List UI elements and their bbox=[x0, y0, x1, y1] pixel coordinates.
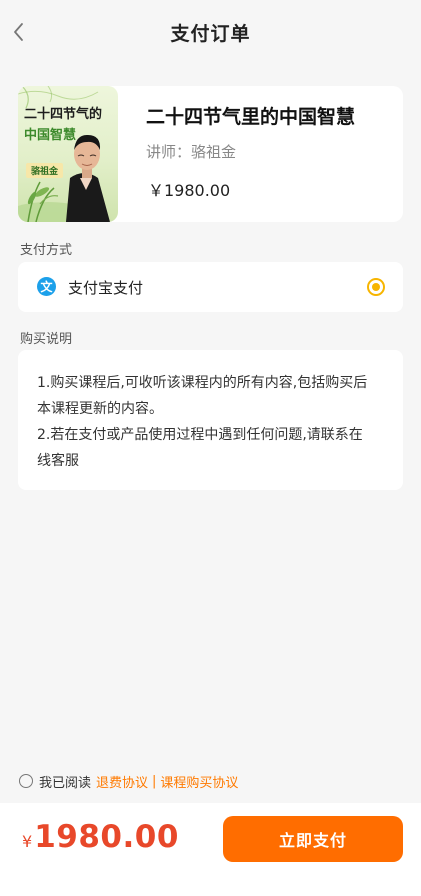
agreement-checkbox[interactable] bbox=[19, 774, 33, 788]
cover-title-line2: 中国智慧 bbox=[24, 128, 77, 143]
description-line: 2.若在支付或产品使用过程中遇到任何问题,请联系在 bbox=[37, 427, 363, 443]
back-button[interactable] bbox=[6, 18, 30, 46]
course-cover-image: 二十四节气的 中国智慧 骆祖金 bbox=[18, 86, 118, 222]
agreement-row: 我已阅读 退费协议 | 课程购买协议 bbox=[19, 772, 238, 791]
course-name: 二十四节气里的中国智慧 bbox=[146, 106, 356, 128]
pay-now-button[interactable]: 立即支付 bbox=[223, 816, 403, 862]
cover-title-line1: 二十四节气的 bbox=[24, 107, 103, 122]
currency-symbol: ¥ bbox=[22, 832, 33, 851]
description-line: 1.购买课程后,可收听该课程内的所有内容,包括购买后 bbox=[37, 375, 368, 391]
purchase-description: 1.购买课程后,可收听该课程内的所有内容,包括购买后 本课程更新的内容。 2.若… bbox=[18, 350, 403, 490]
payment-method-alipay[interactable]: 文 支付宝支付 bbox=[18, 262, 403, 312]
course-price: ￥1980.00 bbox=[148, 181, 231, 200]
payment-method-label: 支付宝支付 bbox=[68, 279, 144, 297]
total-amount: 1980.00 bbox=[34, 819, 179, 855]
description-line: 线客服 bbox=[37, 453, 79, 469]
total-price: ¥ 1980.00 bbox=[22, 819, 179, 855]
agreement-separator: | bbox=[152, 773, 157, 789]
description-section-label: 购买说明 bbox=[20, 332, 73, 347]
payment-section-label: 支付方式 bbox=[20, 243, 73, 258]
chevron-left-icon bbox=[14, 23, 23, 41]
purchase-agreement-link[interactable]: 课程购买协议 bbox=[160, 772, 238, 791]
agreement-prefix: 我已阅读 bbox=[39, 775, 92, 791]
payment-radio-selected[interactable] bbox=[367, 278, 385, 296]
cover-title: 二十四节气的 中国智慧 bbox=[24, 104, 116, 146]
refund-agreement-link[interactable]: 退费协议 bbox=[96, 772, 148, 791]
course-card[interactable]: 二十四节气的 中国智慧 骆祖金 二十四节气里的中国智慧 讲师：骆祖金 ￥1980… bbox=[18, 86, 403, 222]
cover-teacher-label: 骆祖金 bbox=[26, 163, 64, 178]
description-line: 本课程更新的内容。 bbox=[37, 401, 163, 417]
page-title: 支付订单 bbox=[170, 22, 251, 45]
bottom-bar: ¥ 1980.00 立即支付 bbox=[0, 803, 421, 896]
course-teacher: 讲师：骆祖金 bbox=[146, 143, 237, 161]
header: 支付订单 bbox=[0, 0, 421, 64]
alipay-icon: 文 bbox=[37, 277, 56, 296]
